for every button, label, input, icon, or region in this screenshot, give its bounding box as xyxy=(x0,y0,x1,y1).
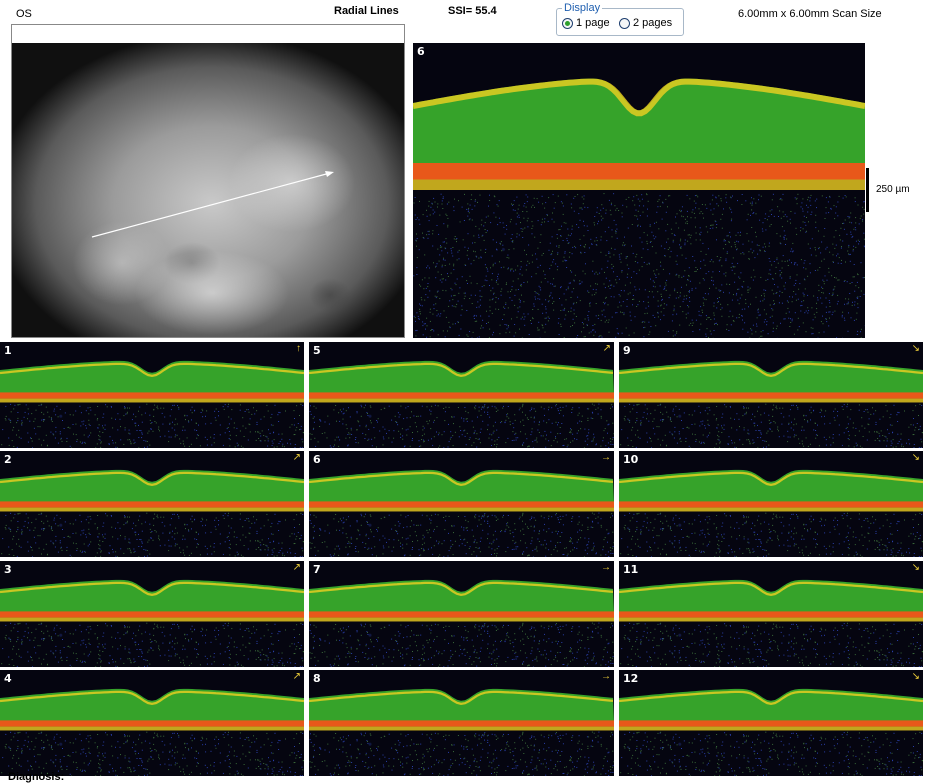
bscan-thumbnail[interactable]: 11 ↘ xyxy=(619,561,923,667)
fundus-image-panel xyxy=(11,24,405,338)
scan-direction-icon: ↘ xyxy=(912,671,920,682)
scan-line xyxy=(92,173,330,237)
bscan-thumbnail[interactable]: 5↗ xyxy=(309,342,614,448)
diagnosis-label: Diagnosis: xyxy=(8,771,64,783)
retina-layers xyxy=(619,561,923,667)
retina-layers xyxy=(0,342,304,448)
display-legend: Display xyxy=(562,2,602,14)
scan-pattern-title: Radial Lines xyxy=(334,5,399,17)
scan-number: 5 xyxy=(313,344,321,357)
scan-size-label: 6.00mm x 6.00mm Scan Size xyxy=(738,8,882,20)
retina-layers xyxy=(309,342,614,448)
retina-layers xyxy=(619,451,923,557)
radio-1-page-label: 1 page xyxy=(576,17,610,29)
scan-direction-icon: → xyxy=(601,452,611,463)
scale-bar xyxy=(866,168,869,212)
scan-direction-icon: ↗ xyxy=(293,671,301,682)
scan-direction-icon: → xyxy=(601,671,611,682)
scan-direction-icon: ↗ xyxy=(603,343,611,354)
scan-direction-icon: ↘ xyxy=(912,452,920,463)
scan-number: 3 xyxy=(4,563,12,576)
radio-1-page[interactable]: 1 page xyxy=(562,17,610,29)
retina-layers xyxy=(619,670,923,776)
radio-button-icon[interactable] xyxy=(619,18,630,29)
bscan-thumbnail[interactable]: 1↑ xyxy=(0,342,304,448)
scale-bar-label: 250 µm xyxy=(876,184,910,195)
retina-layers xyxy=(0,561,304,667)
scan-number: 9 xyxy=(623,344,631,357)
bscan-thumbnail[interactable]: 3↗ xyxy=(0,561,304,667)
fundus-image[interactable] xyxy=(12,43,404,337)
main-scan-number: 6 xyxy=(417,45,425,58)
scan-number: 7 xyxy=(313,563,321,576)
retina-layers xyxy=(309,561,614,667)
retina-layers xyxy=(0,451,304,557)
scan-number: 4 xyxy=(4,672,12,685)
scan-number: 2 xyxy=(4,453,12,466)
bscan-thumbnail[interactable]: 12 ↘ xyxy=(619,670,923,776)
radio-2-pages-label: 2 pages xyxy=(633,17,672,29)
scan-direction-icon: ↗ xyxy=(293,562,301,573)
scan-number: 6 xyxy=(313,453,321,466)
retina-layers xyxy=(0,670,304,776)
bscan-thumbnail[interactable]: 6→ xyxy=(309,451,614,557)
scan-number: 11 xyxy=(623,563,638,576)
radio-button-icon[interactable] xyxy=(562,18,573,29)
bscan-thumbnail[interactable]: 7→ xyxy=(309,561,614,667)
scan-direction-arrow-icon xyxy=(325,171,334,177)
retina-layers xyxy=(413,43,865,338)
scan-number: 12 xyxy=(623,672,638,685)
display-option-group: Display 1 page 2 pages xyxy=(556,8,684,36)
ssi-value: SSI= 55.4 xyxy=(448,5,497,17)
bscan-thumbnail[interactable]: 9↘ xyxy=(619,342,923,448)
retina-layers xyxy=(309,451,614,557)
bscan-thumbnail[interactable]: 8→ xyxy=(309,670,614,776)
scan-line-overlay xyxy=(12,43,404,337)
scan-number: 1 xyxy=(4,344,12,357)
scan-direction-icon: ↘ xyxy=(912,562,920,573)
eye-label: OS xyxy=(16,8,32,20)
scan-number: 8 xyxy=(313,672,321,685)
scan-direction-icon: ↘ xyxy=(912,343,920,354)
retina-layers xyxy=(619,342,923,448)
radio-2-pages[interactable]: 2 pages xyxy=(619,17,672,29)
scan-number: 10 xyxy=(623,453,638,466)
bscan-thumbnail[interactable]: 4↗ xyxy=(0,670,304,776)
scan-direction-icon: ↑ xyxy=(296,343,301,354)
bscan-thumbnail[interactable]: 10 ↘ xyxy=(619,451,923,557)
scan-direction-icon: ↗ xyxy=(293,452,301,463)
scan-direction-icon: → xyxy=(601,562,611,573)
main-bscan-image[interactable]: 6 xyxy=(413,43,865,338)
retina-layers xyxy=(309,670,614,776)
bscan-thumbnail[interactable]: 2↗ xyxy=(0,451,304,557)
